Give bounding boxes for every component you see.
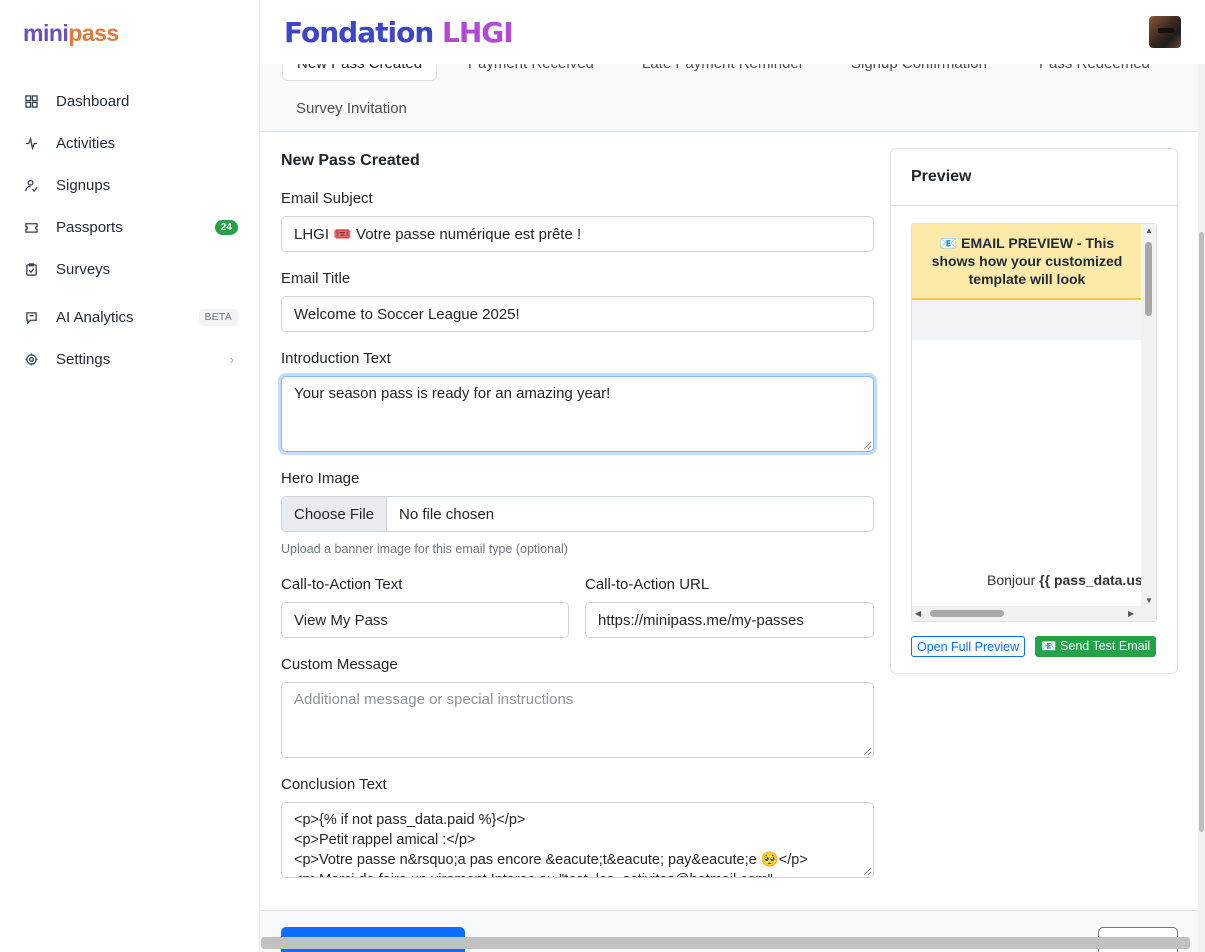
scroll-right-icon[interactable]: ▶ xyxy=(1128,609,1134,618)
sidebar-item-surveys[interactable]: Surveys xyxy=(24,254,238,284)
resize-handle-icon[interactable] xyxy=(862,440,872,450)
passports-count-badge: 24 xyxy=(214,219,238,235)
sidebar-item-label: AI Analytics xyxy=(56,308,134,326)
resize-handle-icon[interactable] xyxy=(862,866,872,876)
tab-signup-confirmation[interactable]: Signup Confirmation xyxy=(851,64,987,72)
preview-vertical-thumb[interactable] xyxy=(1145,242,1152,316)
sidebar-item-label: Surveys xyxy=(56,260,111,278)
preview-vertical-scrollbar[interactable]: ▲ ▼ xyxy=(1141,224,1156,607)
grid-icon xyxy=(24,94,38,108)
cta-url-label: Call-to-Action URL xyxy=(585,576,710,593)
hero-image-label: Hero Image xyxy=(281,470,360,487)
introduction-text-label: Introduction Text xyxy=(281,350,391,367)
email-title-label: Email Title xyxy=(281,270,351,287)
conclusion-line: <p>{% if not pass_data.paid %}</p> xyxy=(294,812,526,828)
custom-message-placeholder: Additional message or special instructio… xyxy=(294,691,574,708)
preview-horizontal-scrollbar[interactable]: ◀ ▶ xyxy=(912,606,1156,621)
sidebar: minipass Dashboard Activities Signups Pa… xyxy=(0,0,260,952)
custom-message-textarea[interactable]: Additional message or special instructio… xyxy=(281,682,874,758)
brand-text-fondation: Fondation xyxy=(284,16,434,49)
email-preview-greeting: Bonjour {{ pass_data.user xyxy=(987,572,1156,588)
tab-pass-redeemed[interactable]: Pass Redeemed xyxy=(1039,64,1150,72)
gear-icon xyxy=(24,352,38,366)
preview-horizontal-thumb[interactable] xyxy=(930,610,1004,617)
brand-text-lhgi: LHGI xyxy=(442,16,514,49)
activity-icon xyxy=(24,136,38,150)
page-horizontal-scrollbar[interactable] xyxy=(261,937,1190,949)
email-preview-frame[interactable]: 📧 EMAIL PREVIEW - This shows how your cu… xyxy=(911,223,1157,622)
logo-text-pass: pass xyxy=(68,20,119,46)
resize-handle-icon[interactable] xyxy=(862,746,872,756)
top-header: Fondation LHGI xyxy=(261,0,1205,64)
conclusion-text-label: Conclusion Text xyxy=(281,776,387,793)
email-subject-input[interactable]: LHGI 🎟️ Votre passe numérique est prête … xyxy=(281,216,874,252)
clipboard-icon xyxy=(24,262,38,276)
chat-icon xyxy=(24,310,38,324)
tab-late-payment-reminder[interactable]: Late Payment Reminder xyxy=(642,64,804,72)
email-template-tabs: New Pass Created Payment Received Late P… xyxy=(261,64,1198,132)
sidebar-item-activities[interactable]: Activities xyxy=(24,128,238,158)
scroll-down-icon[interactable]: ▼ xyxy=(1145,596,1153,605)
greeting-variable: {{ pass_data.user xyxy=(1039,572,1156,588)
ticket-icon xyxy=(24,220,38,234)
logo-text-mini: mini xyxy=(23,20,69,46)
introduction-textarea[interactable]: Your season pass is ready for an amazing… xyxy=(281,376,874,452)
conclusion-line: <p>Petit rappel amical :</p> xyxy=(294,832,476,848)
tab-survey-invitation[interactable]: Survey Invitation xyxy=(296,100,407,117)
tab-new-pass-created[interactable]: New Pass Created xyxy=(282,64,438,81)
chevron-right-icon: › xyxy=(229,351,234,367)
sidebar-item-passports[interactable]: Passports 24 xyxy=(24,212,238,242)
sidebar-item-label: Passports xyxy=(56,218,123,236)
sidebar-item-settings[interactable]: Settings › xyxy=(24,344,238,374)
email-preview-header-strip xyxy=(912,300,1142,340)
page-vertical-thumb[interactable] xyxy=(1199,232,1204,832)
cta-text-label: Call-to-Action Text xyxy=(281,576,403,593)
tab-payment-received[interactable]: Payment Received xyxy=(468,64,594,72)
custom-message-label: Custom Message xyxy=(281,656,398,673)
beta-badge: BETA xyxy=(198,308,238,326)
sidebar-item-label: Settings xyxy=(56,350,111,368)
sidebar-item-label: Activities xyxy=(56,134,116,152)
page-vertical-scrollbar[interactable] xyxy=(1198,64,1205,952)
email-subject-label: Email Subject xyxy=(281,190,373,207)
conclusion-line: <p>Merci de faire un virement Interac au… xyxy=(294,870,861,877)
conclusion-textarea[interactable]: <p>{% if not pass_data.paid %}</p> <p>Pe… xyxy=(281,802,874,878)
sidebar-item-signups[interactable]: Signups xyxy=(24,170,238,200)
open-full-preview-button[interactable]: Open Full Preview xyxy=(911,636,1026,657)
section-title: New Pass Created xyxy=(281,152,420,169)
greeting-prefix: Bonjour xyxy=(987,572,1036,588)
sidebar-item-ai-analytics[interactable]: AI Analytics BETA xyxy=(24,302,238,332)
minipass-logo[interactable]: minipass xyxy=(23,20,119,47)
cta-text-input[interactable]: View My Pass xyxy=(281,602,569,638)
user-avatar[interactable] xyxy=(1149,16,1181,48)
conclusion-line: <p>Votre passe n&rsquo;a pas encore &eac… xyxy=(294,852,808,868)
choose-file-button[interactable]: Choose File xyxy=(282,497,388,531)
send-test-email-button[interactable]: 📧 Send Test Email xyxy=(1035,636,1157,657)
preview-title: Preview xyxy=(891,149,1177,206)
template-editor: New Pass Created Email Subject LHGI 🎟️ V… xyxy=(261,132,1198,910)
user-check-icon xyxy=(24,178,38,192)
introduction-text-value: Your season pass is ready for an amazing… xyxy=(294,385,611,402)
preview-card: Preview 📧 EMAIL PREVIEW - This shows how… xyxy=(890,148,1178,674)
sidebar-item-dashboard[interactable]: Dashboard xyxy=(24,86,238,116)
cta-url-input[interactable]: https://minipass.me/my-passes xyxy=(585,602,874,638)
scroll-up-icon[interactable]: ▲ xyxy=(1145,226,1153,235)
hero-image-help: Upload a banner image for this email typ… xyxy=(281,542,568,556)
email-preview-banner: 📧 EMAIL PREVIEW - This shows how your cu… xyxy=(912,224,1142,300)
sidebar-item-label: Signups xyxy=(56,176,111,194)
scroll-left-icon[interactable]: ◀ xyxy=(915,609,921,618)
hero-image-file-input[interactable]: Choose File No file chosen xyxy=(281,496,874,532)
email-title-input[interactable]: Welcome to Soccer League 2025! xyxy=(281,296,874,332)
sidebar-item-label: Dashboard xyxy=(56,92,130,110)
organization-brand: Fondation LHGI xyxy=(284,16,514,49)
file-status-text: No file chosen xyxy=(399,505,495,523)
